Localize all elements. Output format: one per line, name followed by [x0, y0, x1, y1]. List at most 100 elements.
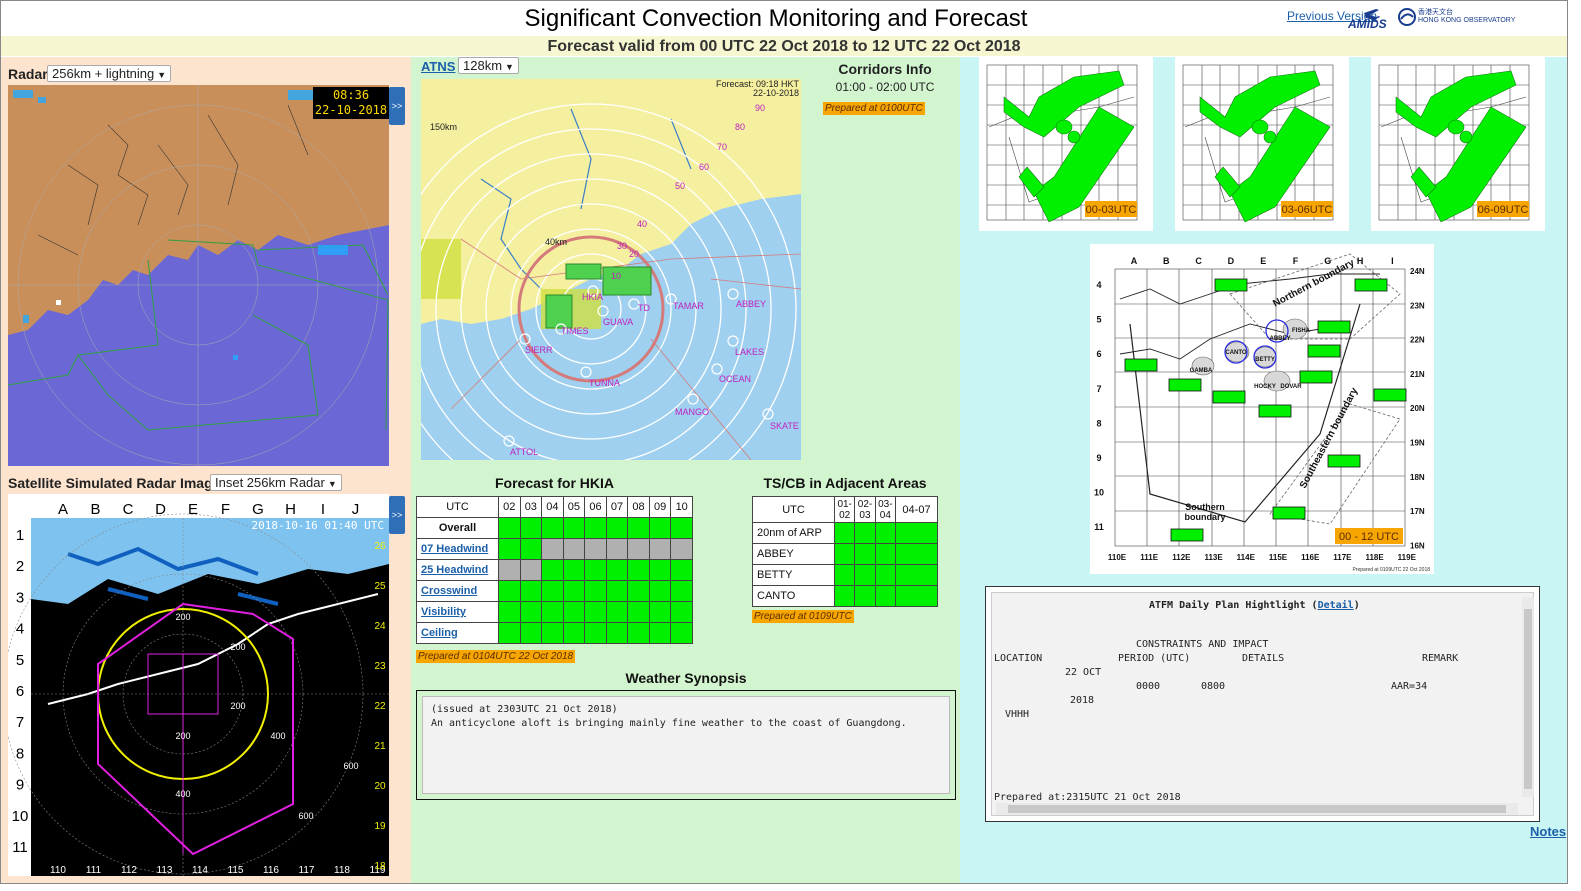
grid-column-label: G — [252, 501, 264, 518]
grid-row-label: 10 — [1094, 488, 1104, 498]
atfm-title: ATFM Daily Plan Hightlight (Detail) — [1149, 600, 1360, 611]
latitude-label: 21N — [1410, 370, 1425, 379]
hkia-status-cell — [670, 601, 693, 623]
mini-map-00-03[interactable]: 00-03UTC — [979, 57, 1153, 231]
hkia-hour-header: 09 — [648, 496, 672, 518]
hkia-prepared: Prepared at 0104UTC 22 Oct 2018 — [416, 650, 576, 663]
tscb-col-header-bottom: 04 — [879, 509, 891, 521]
hkia-status-cell — [627, 601, 650, 623]
hkia-status-cell — [648, 622, 672, 644]
hkia-status-cell — [541, 559, 564, 581]
hkia-row-crosswind-link[interactable]: Crosswind — [416, 580, 499, 602]
grid-row-label: 4 — [1096, 280, 1101, 290]
hkia-status-cell — [627, 538, 650, 560]
grid-column-label: E — [188, 501, 198, 518]
range-ring-label: 600 — [343, 761, 358, 771]
waypoint-label: HOCKY — [1254, 384, 1276, 390]
tscb-cell — [854, 543, 876, 565]
longitude-label: 113 — [157, 865, 173, 876]
satellite-map[interactable]: ABCDEFGHIJ 1234567891011 110 111 112 113 114… — [8, 494, 389, 876]
hkia-status-cell — [519, 580, 543, 602]
waypoint-label: MANGO — [675, 407, 709, 417]
range-ring-label: 200 — [175, 731, 190, 741]
satellite-select[interactable]: Inset 256km Radar ▼ — [210, 474, 342, 491]
radar-map[interactable] — [8, 85, 389, 466]
hkia-row-ceiling-link[interactable]: Ceiling — [416, 622, 499, 644]
atfm-detail-link[interactable]: Detail — [1318, 600, 1354, 611]
tscb-row-label: 20nm of ARP — [752, 522, 835, 544]
mini-map-06-09[interactable]: 06-09UTC — [1371, 57, 1545, 231]
atns-range-select[interactable]: 128km ▼ — [458, 57, 519, 74]
tscb-header-row: UTC 01- 02 02- 03 03- 04 04-07 — [752, 496, 938, 523]
longitude-label: 112 — [121, 865, 137, 876]
hkia-status-cell — [519, 538, 543, 560]
hkia-status-cell — [541, 601, 564, 623]
tscb-col-header: 03- 04 — [874, 496, 897, 523]
tscb-cell — [833, 522, 856, 544]
radar-select[interactable]: 256km + lightning ▼ — [47, 65, 172, 82]
tscb-table: UTC 01- 02 02- 03 03- 04 04-07 20nm of ARP … — [752, 496, 938, 607]
atfm-remark-value: AAR=34 — [1391, 681, 1428, 692]
grid-row-label: 7 — [16, 714, 24, 731]
latitude-label: 24 — [374, 621, 386, 632]
grid-row-label: 8 — [16, 745, 24, 762]
hkia-row-07-headwind-link[interactable]: 07 Headwind — [416, 538, 499, 560]
hkia-row-visibility-link[interactable]: Visibility — [416, 601, 499, 623]
latitude-label: 23N — [1410, 301, 1425, 310]
hkia-status-cell — [519, 517, 543, 539]
notes-link[interactable]: Notes — [1530, 824, 1566, 839]
scrollbar-thumb[interactable] — [1524, 609, 1532, 789]
grid-column-label: G — [1324, 256, 1331, 266]
hkia-status-cell — [670, 517, 693, 539]
fir-forecast-map[interactable]: A B C D E F G H I 4 5 6 7 8 9 10 11 110E 111E 112E 113E 114… — [1090, 244, 1434, 574]
range-ring-label: 600 — [298, 811, 313, 821]
hkia-status-cell — [648, 538, 672, 560]
grid-column-label: I — [1391, 256, 1394, 266]
radar-date: 22-10-2018 — [314, 103, 388, 117]
corridors-prepared: Prepared at 0100UTC — [823, 102, 925, 115]
hkia-status-cell — [498, 517, 521, 539]
mini-map-03-06[interactable]: 03-06UTC — [1175, 57, 1349, 231]
hkia-status-cell — [605, 538, 629, 560]
latitude-label: 22 — [374, 701, 386, 712]
waypoint-label: OCEAN — [719, 374, 751, 384]
satellite-expand-button[interactable]: >> — [389, 496, 405, 534]
atns-map[interactable]: 90 80 70 60 50 40 3020 10 HKIA TD GUAVA TAMAR ABBEY… — [421, 79, 801, 460]
waypoint-label: BETTY — [1255, 357, 1275, 363]
synopsis-text-area[interactable]: (issued at 2303UTC 21 Oct 2018) An antic… — [422, 696, 950, 794]
hkia-status-cell — [584, 538, 607, 560]
scrollbar-thumb[interactable] — [1008, 805, 1506, 813]
hkia-status-cell — [605, 601, 629, 623]
longitude-label: 116 — [263, 865, 279, 876]
atfm-text-area[interactable]: ATFM Daily Plan Hightlight (Detail) CONS… — [991, 592, 1534, 816]
tscb-row-label: CANTO — [752, 585, 835, 607]
waypoint-label: TIMES — [561, 326, 589, 336]
atfm-horizontal-scrollbar[interactable] — [996, 803, 1518, 815]
atns-link[interactable]: ATNS — [421, 59, 455, 74]
southern-boundary-label: Southern — [1185, 502, 1225, 512]
atfm-col-period: PERIOD (UTC) — [1118, 653, 1191, 664]
hkia-hour-header: 08 — [627, 496, 650, 518]
range-ring-label: 200 — [230, 701, 245, 711]
range-ring-label: 200 — [175, 612, 190, 622]
hkia-status-cell — [670, 559, 693, 581]
hkia-row-25-headwind-link[interactable]: 25 Headwind — [416, 559, 499, 581]
forecast-validity: Forecast valid from 00 UTC 22 Oct 2018 t… — [547, 38, 1021, 55]
chevron-down-icon: ▼ — [505, 62, 514, 72]
radar-expand-button[interactable]: >> — [389, 87, 405, 125]
hkia-status-cell — [584, 580, 607, 602]
grid-column-label: E — [1260, 256, 1266, 266]
hkia-status-cell — [605, 580, 629, 602]
hkia-hour-header: 07 — [605, 496, 629, 518]
satellite-timestamp: 2018-10-16 01:40 UTC — [252, 519, 384, 532]
hkia-status-cell — [541, 622, 564, 644]
atfm-vertical-scrollbar[interactable] — [1522, 597, 1534, 797]
hkia-status-cell — [562, 517, 586, 539]
radar-time: 08:36 — [332, 88, 370, 102]
hkia-status-cell — [648, 517, 672, 539]
waypoint-label: ABBEY — [736, 299, 766, 309]
atfm-daily-plan: ATFM Daily Plan Hightlight (Detail) CONS… — [985, 586, 1540, 822]
latitude-label: 19 — [374, 821, 386, 832]
hkia-status-cell — [627, 559, 650, 581]
tscb-row-label: BETTY — [752, 564, 835, 586]
